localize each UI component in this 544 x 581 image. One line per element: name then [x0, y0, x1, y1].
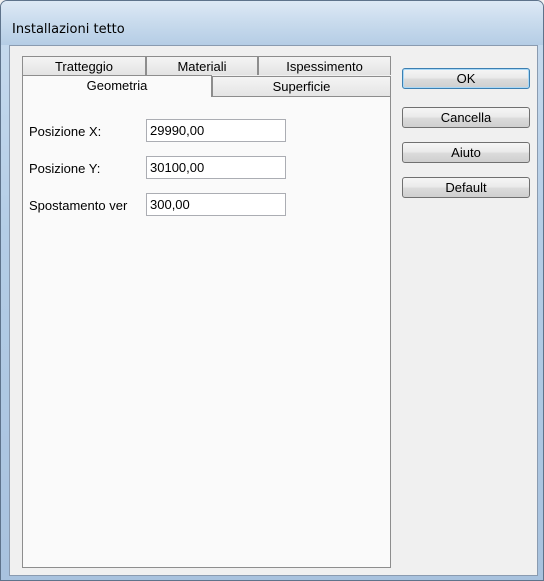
posizione-x-label: Posizione X: [29, 124, 102, 139]
tab-row-front: Geometria Superficie [22, 75, 391, 98]
posizione-y-label: Posizione Y: [29, 161, 101, 176]
cancel-button[interactable]: Cancella [402, 107, 530, 128]
posizione-y-input[interactable] [146, 156, 286, 179]
tab-materiali[interactable]: Materiali [146, 56, 258, 75]
tab-ispessimento[interactable]: Ispessimento [258, 56, 391, 75]
tab-tratteggio[interactable]: Tratteggio [22, 56, 146, 75]
spostamento-label: Spostamento ver [29, 198, 128, 213]
posizione-x-input[interactable] [146, 119, 286, 142]
spostamento-input[interactable] [146, 193, 286, 216]
title-bar[interactable]: Installazioni tetto [1, 1, 543, 45]
geometria-panel: Posizione X: Posizione Y: Spostamento ve… [22, 96, 391, 568]
dialog-window: Installazioni tetto Tratteggio Materiali… [0, 0, 544, 581]
help-button[interactable]: Aiuto [402, 142, 530, 163]
tab-superficie[interactable]: Superficie [212, 76, 391, 98]
dialog-client-area: Tratteggio Materiali Ispessimento Geomet… [9, 45, 538, 576]
window-title: Installazioni tetto [12, 22, 125, 37]
tab-geometria[interactable]: Geometria [22, 75, 212, 97]
default-button[interactable]: Default [402, 177, 530, 198]
ok-button[interactable]: OK [402, 68, 530, 89]
tab-row-back: Tratteggio Materiali Ispessimento [22, 56, 391, 76]
